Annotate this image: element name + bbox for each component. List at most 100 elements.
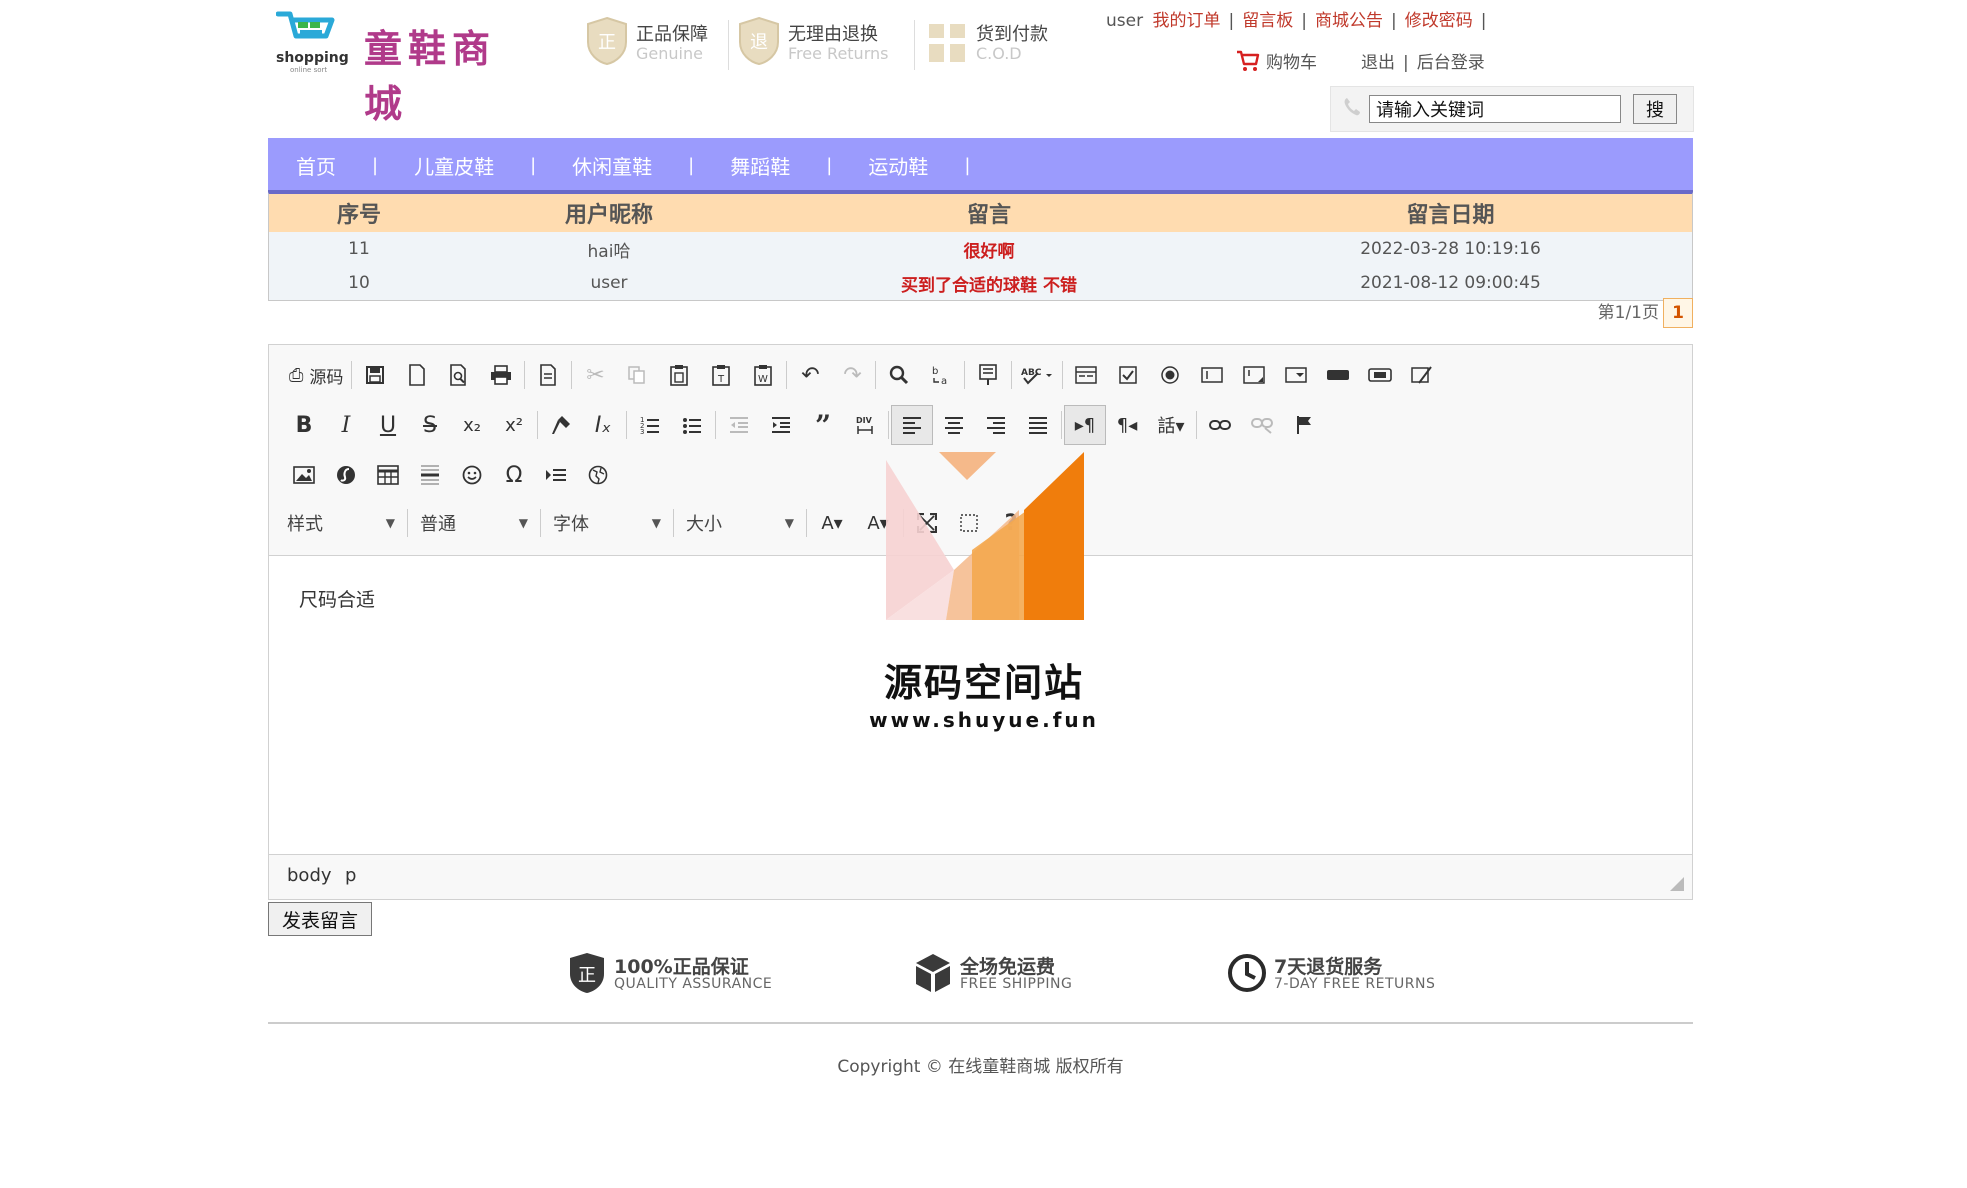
badge-title: 正品保障	[636, 24, 708, 45]
strikethrough-icon[interactable]: S	[409, 405, 451, 445]
path-item-p[interactable]: p	[345, 865, 356, 886]
search-button[interactable]: 搜	[1633, 94, 1677, 124]
editor-content[interactable]: 尺码合适	[299, 585, 375, 612]
text-color-icon[interactable]: A▾	[809, 503, 855, 543]
format-combo[interactable]: 普通 ▼	[410, 505, 538, 541]
image-button-icon[interactable]	[1359, 355, 1401, 395]
logout-link[interactable]: 退出	[1361, 53, 1395, 73]
source-button[interactable]: ⎙ 源码	[283, 355, 349, 395]
cut-icon[interactable]: ✂	[574, 355, 616, 395]
nav-label[interactable]: 首页	[296, 151, 336, 180]
radio-icon[interactable]	[1149, 355, 1191, 395]
textarea-icon[interactable]	[1233, 355, 1275, 395]
link-change-password[interactable]: 修改密码	[1405, 11, 1473, 31]
form-icon[interactable]	[1065, 355, 1107, 395]
nav-item-leather-shoes[interactable]: 儿童皮鞋 |	[414, 151, 572, 180]
link-announcements[interactable]: 商城公告	[1315, 11, 1383, 31]
select-field-icon[interactable]	[1275, 355, 1317, 395]
font-combo[interactable]: 字体 ▼	[543, 505, 671, 541]
smiley-icon[interactable]	[451, 455, 493, 495]
image-icon[interactable]	[283, 455, 325, 495]
italic-icon[interactable]: I	[325, 405, 367, 445]
anchor-flag-icon[interactable]	[1283, 405, 1325, 445]
superscript-icon[interactable]: x²	[493, 405, 535, 445]
unlink-icon[interactable]	[1241, 405, 1283, 445]
print-icon[interactable]	[480, 355, 522, 395]
footer-services: 正 100%正品保证 QUALITY ASSURANCE 全场免运费 FREE …	[568, 948, 1468, 998]
paste-text-icon[interactable]: T	[700, 355, 742, 395]
paste-icon[interactable]	[658, 355, 700, 395]
nav-item-home[interactable]: 首页 |	[296, 151, 414, 180]
page-break-icon[interactable]	[535, 455, 577, 495]
shopping-cart-icon[interactable]	[1236, 50, 1260, 72]
size-combo[interactable]: 大小 ▼	[676, 505, 804, 541]
bold-icon[interactable]: B	[283, 405, 325, 445]
nav-item-dance-shoes[interactable]: 舞蹈鞋 |	[730, 151, 868, 180]
search-input[interactable]	[1369, 95, 1621, 123]
table-row: 10 user 买到了合适的球鞋 不错 2021-08-12 09:00:45	[269, 266, 1692, 300]
flash-icon[interactable]	[325, 455, 367, 495]
special-char-icon[interactable]: Ω	[493, 455, 535, 495]
justify-icon[interactable]	[1017, 405, 1059, 445]
admin-login-link[interactable]: 后台登录	[1417, 53, 1485, 73]
align-center-icon[interactable]	[933, 405, 975, 445]
copy-icon[interactable]	[616, 355, 658, 395]
save-icon[interactable]	[354, 355, 396, 395]
nav-label[interactable]: 休闲童鞋	[572, 151, 652, 180]
subscript-icon[interactable]: x₂	[451, 405, 493, 445]
horizontal-rule-icon[interactable]	[409, 455, 451, 495]
site-logo[interactable]: shopping online sort 童鞋商城	[276, 8, 526, 126]
replace-icon[interactable]: ba	[920, 355, 962, 395]
text-ltr-icon[interactable]: ▸¶	[1064, 405, 1106, 445]
bulleted-list-icon[interactable]	[671, 405, 713, 445]
copy-format-icon[interactable]	[540, 405, 582, 445]
language-icon[interactable]: 話▾	[1148, 405, 1194, 445]
select-all-icon[interactable]	[967, 355, 1009, 395]
text-field-icon[interactable]	[1191, 355, 1233, 395]
cell-nickname: hai哈	[449, 232, 769, 266]
spellcheck-icon[interactable]: ABC	[1014, 355, 1060, 395]
svg-text:正: 正	[598, 32, 616, 53]
undo-icon[interactable]: ↶	[789, 355, 831, 395]
new-page-icon[interactable]	[396, 355, 438, 395]
styles-combo[interactable]: 样式 ▼	[277, 505, 405, 541]
nav-item-sports-shoes[interactable]: 运动鞋 |	[868, 151, 1006, 180]
paste-word-icon[interactable]: W	[742, 355, 784, 395]
hidden-field-icon[interactable]	[1401, 355, 1443, 395]
blockquote-icon[interactable]: ”	[802, 405, 844, 445]
numbered-list-icon[interactable]: 123	[629, 405, 671, 445]
nav-item-casual-shoes[interactable]: 休闲童鞋 |	[572, 151, 730, 180]
templates-icon[interactable]	[527, 355, 569, 395]
nav-label[interactable]: 运动鞋	[868, 151, 928, 180]
svg-text:W: W	[758, 374, 768, 385]
toolbar-row-3: Ω	[283, 455, 619, 495]
align-left-icon[interactable]	[891, 405, 933, 445]
text-rtl-icon[interactable]: ¶◂	[1106, 405, 1148, 445]
redo-icon[interactable]: ↷	[831, 355, 873, 395]
find-icon[interactable]	[878, 355, 920, 395]
indent-icon[interactable]	[760, 405, 802, 445]
table-icon[interactable]	[367, 455, 409, 495]
outdent-icon[interactable]	[718, 405, 760, 445]
badge-sub: C.O.D	[976, 44, 1022, 63]
checkbox-icon[interactable]	[1107, 355, 1149, 395]
post-message-button[interactable]: 发表留言	[268, 902, 372, 936]
link-message-board[interactable]: 留言板	[1242, 11, 1293, 31]
link-my-orders[interactable]: 我的订单	[1153, 11, 1221, 31]
link-icon[interactable]	[1199, 405, 1241, 445]
preview-icon[interactable]	[438, 355, 480, 395]
button-field-icon[interactable]	[1317, 355, 1359, 395]
resize-handle-icon[interactable]	[1670, 877, 1684, 891]
iframe-globe-icon[interactable]	[577, 455, 619, 495]
service-sub: QUALITY ASSURANCE	[614, 976, 773, 992]
underline-icon[interactable]: U	[367, 405, 409, 445]
pager-current-page[interactable]: 1	[1663, 298, 1693, 328]
align-right-icon[interactable]	[975, 405, 1017, 445]
nav-label[interactable]: 舞蹈鞋	[730, 151, 790, 180]
watermark-title: 源码空间站	[883, 661, 1084, 705]
remove-format-icon[interactable]: Iₓ	[582, 405, 624, 445]
cart-link[interactable]: 购物车	[1266, 53, 1317, 73]
path-item-body[interactable]: body	[287, 865, 332, 886]
create-div-icon[interactable]: DIV	[844, 405, 886, 445]
nav-label[interactable]: 儿童皮鞋	[414, 151, 494, 180]
